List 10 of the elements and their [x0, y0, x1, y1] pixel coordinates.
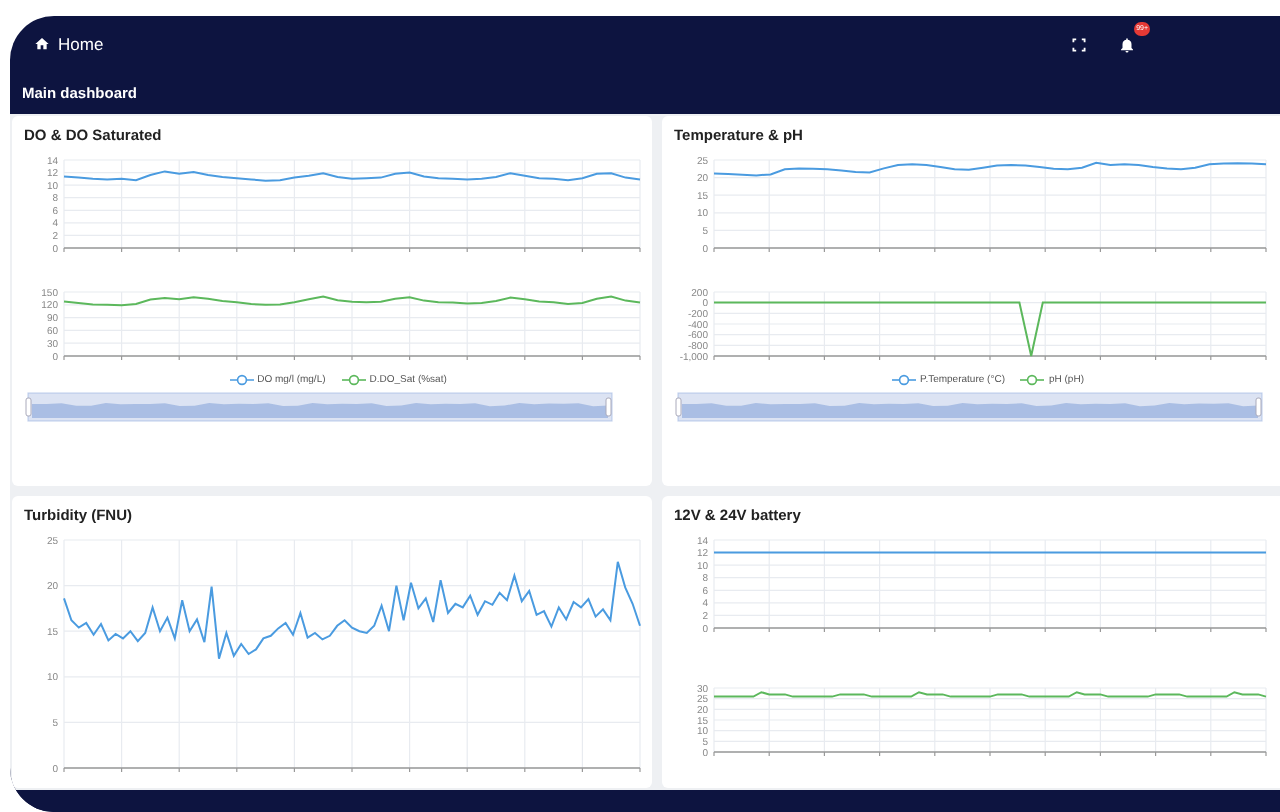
zoom-slider[interactable]	[675, 392, 1263, 422]
fullscreen-icon	[1071, 37, 1085, 51]
legend-marker-icon	[229, 374, 254, 386]
legend-marker-icon	[1020, 374, 1045, 386]
legend-marker-icon	[341, 374, 366, 386]
bell-icon	[1117, 35, 1135, 53]
home-link[interactable]: Home	[34, 34, 104, 54]
zoom-slider[interactable]	[25, 392, 613, 422]
home-icon	[34, 36, 50, 52]
legend-marker-icon	[892, 374, 916, 386]
